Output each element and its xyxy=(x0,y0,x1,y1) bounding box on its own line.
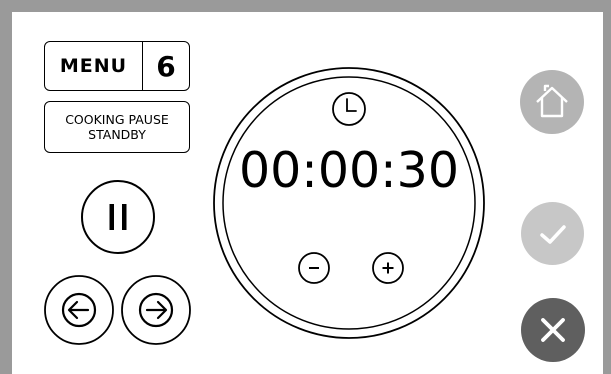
decrease-button[interactable] xyxy=(298,252,330,284)
close-icon xyxy=(541,318,565,342)
cancel-button[interactable] xyxy=(521,298,585,362)
status-line-2: STANDBY xyxy=(88,127,146,142)
timer-dial xyxy=(213,67,485,339)
previous-button[interactable] xyxy=(43,274,115,346)
pause-button[interactable] xyxy=(80,179,156,255)
home-icon xyxy=(536,84,568,118)
confirm-button[interactable] xyxy=(521,202,584,265)
menu-number: 6 xyxy=(142,42,189,90)
increase-button[interactable] xyxy=(372,252,404,284)
frame-left-border xyxy=(0,0,12,374)
next-button[interactable] xyxy=(120,274,192,346)
frame-top-border xyxy=(0,0,611,12)
frame-right-border xyxy=(603,0,611,374)
status-display: COOKING PAUSE STANDBY xyxy=(44,101,190,153)
menu-label: MENU xyxy=(59,55,128,77)
status-line-1: COOKING PAUSE xyxy=(65,112,169,127)
menu-selector[interactable]: MENU 6 xyxy=(44,41,190,91)
timer-display: 00:00:30 xyxy=(238,142,460,199)
dial-outer-ring xyxy=(213,67,485,339)
check-icon xyxy=(539,224,566,244)
home-button[interactable] xyxy=(520,70,584,134)
